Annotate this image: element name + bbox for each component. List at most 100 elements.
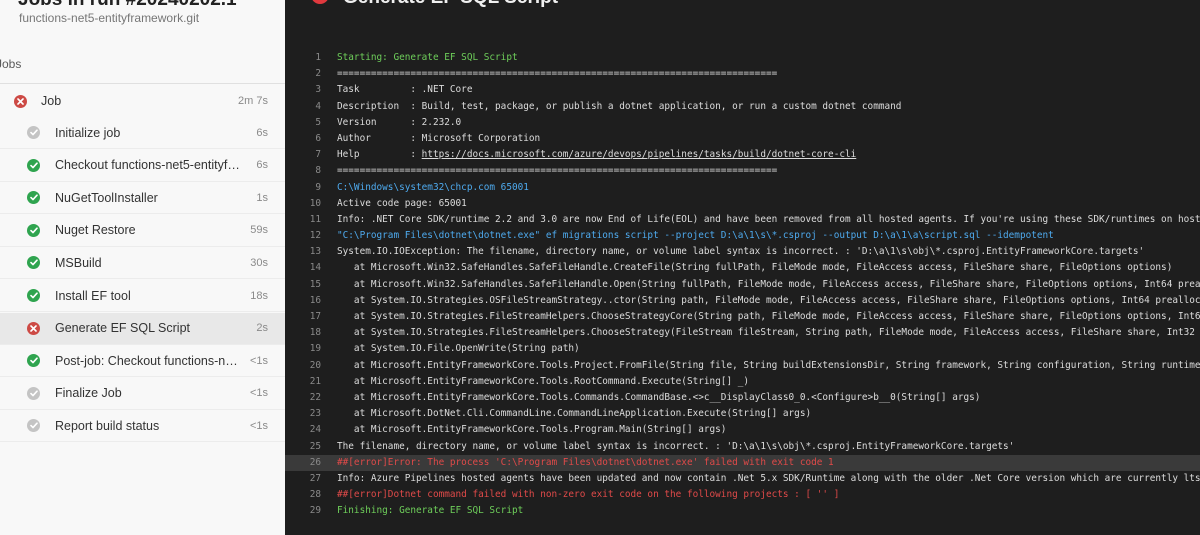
line-number: 1 — [315, 52, 321, 63]
step-duration: 59s — [250, 224, 268, 237]
repo-name: functions-net5-entityframework.git — [19, 11, 200, 25]
step-row[interactable]: MSBuild 30s — [0, 247, 285, 280]
line-number: 16 — [309, 294, 321, 306]
line-number: 27 — [309, 472, 321, 484]
line-number: 20 — [309, 359, 321, 371]
step-row[interactable]: Report build status <1s — [0, 410, 285, 443]
line-text: Task : .NET Core — [337, 82, 472, 98]
line-text: at System.IO.Strategies.FileStreamHelper… — [337, 309, 1200, 325]
step-row[interactable]: Nuget Restore 59s — [0, 215, 285, 247]
step-label: Finalize Job — [55, 386, 122, 401]
step-duration: 1s — [256, 191, 268, 204]
step-row[interactable]: Generate EF SQL Script 2s — [0, 312, 285, 345]
line-text: at Microsoft.EntityFrameworkCore.Tools.R… — [337, 374, 749, 390]
step-label: Nuget Restore — [55, 223, 136, 238]
line-text-content: ========================================… — [337, 68, 778, 80]
log-line: 28 ##[error]Dotnet command failed with no… — [285, 487, 1200, 503]
error-icon — [14, 94, 27, 108]
step-label: Post-job: Checkout functions-ne... — [55, 353, 240, 368]
line-text: at System.IO.File.OpenWrite(String path) — [337, 341, 580, 357]
error-icon — [27, 321, 40, 335]
line-text-content: at Microsoft.Win32.SafeHandles.SafeFileH… — [337, 262, 1173, 274]
log-line: 16 at System.IO.Strategies.OSFileStreamS… — [285, 293, 1200, 309]
step-label: Report build status — [55, 418, 160, 433]
step-duration: <1s — [249, 419, 268, 432]
line-text: at Microsoft.EntityFrameworkCore.Tools.P… — [337, 358, 1200, 374]
skipped-check-icon — [27, 419, 40, 433]
line-text-content: Starting: Generate EF SQL Script — [337, 52, 518, 63]
line-number: 26 — [309, 456, 321, 468]
line-text: ##[error]Error: The process 'C:\Program … — [337, 455, 834, 471]
log-line: 23 at Microsoft.DotNet.Cli.CommandLine.C… — [285, 406, 1200, 422]
error-status-icon — [311, 0, 329, 4]
step-label: Install EF tool — [55, 288, 131, 303]
step-row[interactable]: Install EF tool 18s — [0, 280, 285, 312]
line-text: at System.IO.Strategies.OSFileStreamStra… — [337, 293, 1200, 309]
log-line: 22 at Microsoft.EntityFrameworkCore.Tool… — [285, 390, 1200, 406]
line-number: 24 — [309, 424, 321, 436]
step-label: Generate EF SQL Script — [55, 321, 191, 336]
job-label: Job — [41, 94, 62, 108]
line-text-content: Help : — [337, 149, 422, 161]
line-number: 28 — [309, 489, 321, 501]
line-text-content: at Microsoft.DotNet.Cli.CommandLine.Comm… — [337, 408, 812, 420]
log-line: 4 Description : Build, test, package, or … — [285, 99, 1200, 115]
console-log[interactable]: 1 Starting: Generate EF SQL Script 2 ======… — [285, 50, 1200, 519]
line-number: 7 — [315, 149, 321, 161]
line-text-content: The filename, directory name, or volume … — [337, 440, 1015, 452]
console-title: Generate EF SQL Script — [343, 0, 558, 9]
line-text: at Microsoft.EntityFrameworkCore.Tools.C… — [337, 390, 981, 406]
step-duration: 6s — [256, 159, 268, 172]
log-line: 9 C:\Windows\system32\chcp.com 65001 — [285, 180, 1200, 196]
line-text: System.IO.IOException: The filename, dir… — [337, 244, 1144, 260]
line-text-content: Active code page: 65001 — [337, 197, 467, 209]
job-row[interactable]: Job 2m 7s — [0, 86, 285, 116]
line-text-content: Info: Azure Pipelines hosted agents have… — [337, 472, 1200, 484]
line-text-content: Description : Build, test, package, or p… — [337, 100, 902, 112]
log-line: 29 Finishing: Generate EF SQL Script — [285, 503, 1200, 519]
step-row[interactable]: Checkout functions-net5-entityfra... 6s — [0, 150, 285, 182]
log-line: 27 Info: Azure Pipelines hosted agents ha… — [285, 471, 1200, 487]
line-text: ========================================… — [337, 66, 777, 82]
line-number: 10 — [309, 197, 321, 209]
success-check-icon — [27, 256, 40, 270]
line-number: 2 — [315, 68, 321, 80]
step-duration: 2s — [256, 322, 268, 335]
step-label: MSBuild — [55, 255, 102, 270]
step-label: NuGetToolInstaller — [55, 190, 158, 205]
line-text-content: at System.IO.Strategies.OSFileStreamStra… — [337, 294, 1200, 306]
line-number: 15 — [309, 278, 321, 290]
log-line: 7 Help : https://docs.microsoft.com/azure… — [285, 147, 1200, 163]
line-text: at System.IO.Strategies.FileStreamHelper… — [337, 325, 1200, 341]
line-text-content: ========================================… — [337, 165, 778, 177]
line-text-content: at Microsoft.Win32.SafeHandles.SafeFileH… — [337, 278, 1200, 290]
line-text: ##[error]Dotnet command failed with non-… — [337, 487, 839, 503]
skipped-check-icon — [27, 386, 40, 400]
log-line: 15 at Microsoft.Win32.SafeHandles.SafeFi… — [285, 277, 1200, 293]
log-line: 24 at Microsoft.EntityFrameworkCore.Tool… — [285, 422, 1200, 438]
line-number: 13 — [309, 246, 321, 258]
line-text: Version : 2.232.0 — [337, 115, 461, 131]
line-number: 19 — [309, 343, 321, 355]
line-text-content: Version : 2.232.0 — [337, 116, 462, 128]
log-line: 19 at System.IO.File.OpenWrite(String pa… — [285, 341, 1200, 357]
log-line: 11 Info: .NET Core SDK/runtime 2.2 and 3.… — [285, 212, 1200, 228]
line-number: 6 — [315, 132, 321, 144]
line-text: C:\Windows\system32\chcp.com 65001 — [337, 180, 529, 196]
log-line: 2 =======================================… — [285, 66, 1200, 82]
step-row[interactable]: Post-job: Checkout functions-ne... <1s — [0, 345, 285, 378]
line-text-content: Task : .NET Core — [337, 84, 473, 96]
line-text: Help : https://docs.microsoft.com/azure/… — [337, 147, 856, 163]
line-number: 11 — [309, 213, 321, 225]
line-text-content: at Microsoft.EntityFrameworkCore.Tools.P… — [337, 359, 1200, 371]
success-check-icon — [27, 191, 40, 205]
divider — [0, 83, 285, 84]
step-row[interactable]: Finalize Job <1s — [0, 378, 285, 410]
help-link[interactable]: https://docs.microsoft.com/azure/devops/… — [422, 149, 857, 160]
line-number: 4 — [315, 100, 321, 112]
log-line: 5 Version : 2.232.0 — [285, 115, 1200, 131]
log-line: 14 at Microsoft.Win32.SafeHandles.SafeFi… — [285, 260, 1200, 276]
step-row[interactable]: NuGetToolInstaller 1s — [0, 182, 285, 215]
step-row[interactable]: Initialize job 6s — [0, 117, 285, 149]
line-number: 3 — [315, 84, 321, 96]
